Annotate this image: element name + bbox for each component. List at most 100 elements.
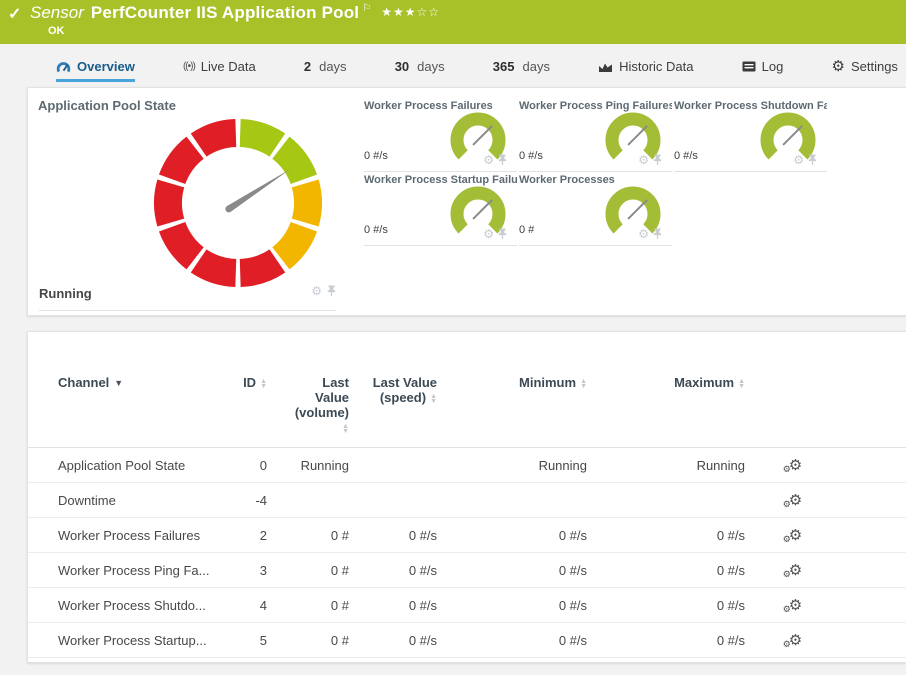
column-header-last-value-volume[interactable]: Last Value(volume)▲▼ (285, 332, 367, 448)
table-row[interactable]: Application Pool State 0 Running Running… (28, 448, 906, 483)
sort-icon[interactable]: ▲▼ (430, 394, 437, 404)
channels-table-panel: Channel▼ ID▲▼ Last Value(volume)▲▼ Last … (27, 331, 906, 663)
sort-icon[interactable]: ▲▼ (260, 379, 267, 389)
pin-icon[interactable] (808, 154, 817, 166)
channel-id: 5 (223, 623, 285, 658)
priority-stars[interactable]: ★★★☆☆ (381, 5, 440, 19)
gauge-value: 0 #/s (364, 224, 388, 236)
gauge-settings-gear-icon[interactable]: ⚙ (638, 155, 649, 165)
tab-number: 30 (395, 59, 409, 74)
last-value-volume: 0 # (285, 658, 367, 664)
gauge-value: 0 #/s (519, 150, 543, 162)
minimum-value: 0 #/s (455, 623, 605, 658)
column-header-minimum[interactable]: Minimum▲▼ (455, 332, 605, 448)
last-value-speed (367, 483, 455, 518)
main-gauge-title: Application Pool State (38, 98, 356, 113)
sort-desc-icon: ▼ (114, 381, 123, 386)
channel-id: -4 (223, 483, 285, 518)
channel-id: 4 (223, 588, 285, 623)
tab-number: 365 (493, 59, 515, 74)
last-value-volume: 0 # (285, 518, 367, 553)
column-header-maximum[interactable]: Maximum▲▼ (605, 332, 763, 448)
tab-label: Live Data (201, 59, 256, 74)
pin-icon[interactable] (653, 154, 662, 166)
channel-name[interactable]: Worker Process Shutdo... (28, 588, 223, 623)
table-row[interactable]: Worker Process Ping Fa... 3 0 # 0 #/s 0 … (28, 553, 906, 588)
channel-name[interactable]: Downtime (28, 483, 223, 518)
channel-name[interactable]: Worker Processes (28, 658, 223, 664)
gauge-value: 0 #/s (364, 150, 388, 162)
maximum-value: 0 #/s (605, 553, 763, 588)
tab-historic-data[interactable]: Historic Data (598, 59, 693, 82)
sort-icon[interactable]: ▲▼ (342, 424, 349, 434)
last-value-speed: 0 #/s (367, 518, 455, 553)
pin-icon[interactable] (498, 154, 507, 166)
minimum-value: 0 #/s (455, 588, 605, 623)
pin-icon[interactable] (498, 228, 507, 240)
gauge-settings-gear-icon[interactable]: ⚙ (793, 155, 804, 165)
table-row[interactable]: Worker Process Shutdo... 4 0 # 0 #/s 0 #… (28, 588, 906, 623)
table-row[interactable]: Worker Processes 1 0 # 0 # 0 # ⚙⚙ (28, 658, 906, 664)
column-header-id[interactable]: ID▲▼ (223, 332, 285, 448)
channel-settings-icon[interactable]: ⚙⚙ (789, 530, 802, 542)
small-gauges-grid: Worker Process Failures 0 #/s ⚙ Worker P… (356, 98, 906, 315)
channel-settings-icon[interactable]: ⚙⚙ (789, 600, 802, 612)
channel-id: 1 (223, 658, 285, 664)
channel-name[interactable]: Worker Process Startup... (28, 623, 223, 658)
tab-overview[interactable]: Overview (56, 59, 135, 82)
gauge-worker-process-failures: Worker Process Failures 0 #/s ⚙ (364, 98, 517, 172)
tab-30-days[interactable]: 30 days (395, 59, 445, 82)
last-value-speed: 0 #/s (367, 623, 455, 658)
tab-2-days[interactable]: 2 days (304, 59, 347, 82)
channel-id: 2 (223, 518, 285, 553)
sort-icon[interactable]: ▲▼ (738, 379, 745, 389)
maximum-value: Running (605, 448, 763, 483)
sensor-title: PerfCounter IIS Application Pool (91, 3, 359, 22)
gauge-settings-gear-icon[interactable]: ⚙ (311, 286, 322, 296)
table-row[interactable]: Worker Process Failures 2 0 # 0 #/s 0 #/… (28, 518, 906, 553)
tab-log[interactable]: Log (742, 59, 784, 82)
tab-bar: Overview ((•)) Live Data 2 days 30 days … (0, 44, 906, 82)
gauge-settings-gear-icon[interactable]: ⚙ (483, 229, 494, 239)
tab-label: days (417, 59, 444, 74)
gauges-panel: Application Pool State Running ⚙ Worker … (27, 87, 906, 316)
log-icon (742, 61, 756, 72)
gauge-settings-gear-icon[interactable]: ⚙ (483, 155, 494, 165)
gauge-value: 0 #/s (674, 150, 698, 162)
application-pool-state-gauge: Application Pool State Running ⚙ (38, 98, 356, 315)
tab-label: days (522, 59, 549, 74)
last-value-volume: 0 # (285, 623, 367, 658)
tab-365-days[interactable]: 365 days (493, 59, 550, 82)
channel-name[interactable]: Worker Process Failures (28, 518, 223, 553)
tab-label: Overview (77, 59, 135, 74)
broadcast-icon: ((•)) (183, 61, 195, 72)
tab-label: days (319, 59, 346, 74)
column-header-channel[interactable]: Channel▼ (28, 332, 223, 448)
channel-name[interactable]: Worker Process Ping Fa... (28, 553, 223, 588)
tab-live-data[interactable]: ((•)) Live Data (183, 59, 256, 82)
channel-settings-icon[interactable]: ⚙⚙ (789, 635, 802, 647)
gauge-worker-processes: Worker Processes 0 # ⚙ (519, 172, 672, 246)
table-row[interactable]: Downtime -4 ⚙⚙ (28, 483, 906, 518)
channel-settings-icon[interactable]: ⚙⚙ (789, 460, 802, 472)
tab-settings[interactable]: ⚙ Settings (832, 59, 898, 82)
pin-icon[interactable] (653, 228, 662, 240)
channel-settings-icon[interactable]: ⚙⚙ (789, 565, 802, 577)
last-value-volume: 0 # (285, 588, 367, 623)
flag-icon[interactable]: ⚐ (362, 3, 371, 14)
sensor-status-bar: ✓ SensorPerfCounter IIS Application Pool… (0, 0, 906, 44)
tab-label: Log (762, 59, 784, 74)
pin-icon[interactable] (327, 285, 336, 297)
maximum-value: 0 #/s (605, 623, 763, 658)
sort-icon[interactable]: ▲▼ (580, 379, 587, 389)
last-value-volume (285, 483, 367, 518)
minimum-value: 0 # (455, 658, 605, 664)
channel-settings-icon[interactable]: ⚙⚙ (789, 495, 802, 507)
column-header-last-value-speed[interactable]: Last Value(speed)▲▼ (367, 332, 455, 448)
state-gauge-chart (150, 115, 326, 291)
channel-name[interactable]: Application Pool State (28, 448, 223, 483)
channels-table: Channel▼ ID▲▼ Last Value(volume)▲▼ Last … (28, 332, 906, 663)
table-row[interactable]: Worker Process Startup... 5 0 # 0 #/s 0 … (28, 623, 906, 658)
gauge-worker-process-ping-failures: Worker Process Ping Failures 0 #/s ⚙ (519, 98, 672, 172)
gauge-settings-gear-icon[interactable]: ⚙ (638, 229, 649, 239)
